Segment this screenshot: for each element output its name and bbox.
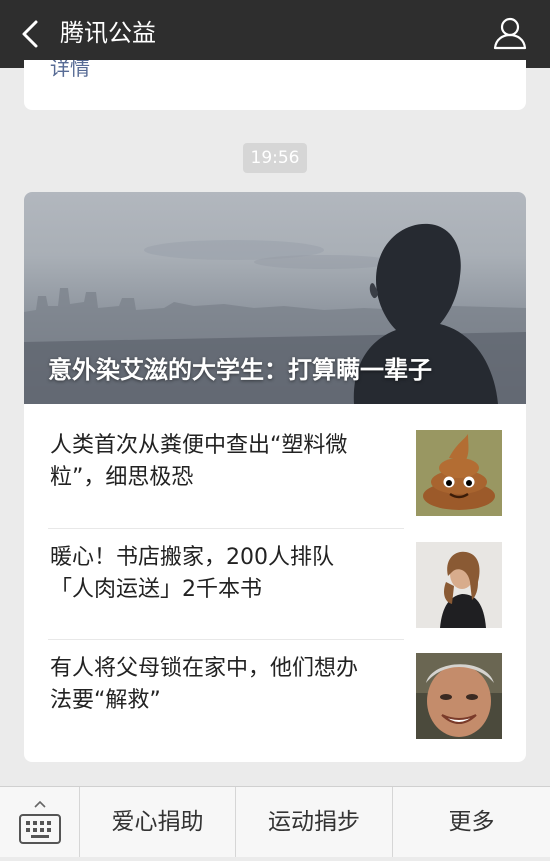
article-list-item[interactable]: 人类首次从粪便中查出“塑料微粒”，细思极恐 xyxy=(48,416,526,528)
previous-message-card: 详情 xyxy=(24,60,526,110)
menu-step-donation-button[interactable]: 运动捐步 xyxy=(236,787,393,857)
keyboard-icon xyxy=(19,800,61,844)
top-bar: 腾讯公益 xyxy=(0,0,550,68)
page-title: 腾讯公益 xyxy=(60,19,156,47)
back-button[interactable] xyxy=(14,14,50,54)
chevron-left-icon xyxy=(22,20,38,48)
hero-title: 意外染艾滋的大学生：打算瞒一辈子 xyxy=(48,356,432,384)
article-title: 有人将父母锁在家中，他们想办法要“解救” xyxy=(50,656,359,713)
poop-emoji-icon xyxy=(416,430,502,516)
article-title: 人类首次从粪便中查出“塑料微粒”，细思极恐 xyxy=(50,433,348,490)
portrait-photo xyxy=(416,542,502,628)
bottom-menu-bar: 爱心捐助 运动捐步 更多 xyxy=(0,786,550,857)
article-title: 暖心！书店搬家，200人排队「人肉运送」2千本书 xyxy=(50,545,334,602)
timestamp-badge: 19:56 xyxy=(243,143,307,173)
person-icon xyxy=(493,17,527,50)
menu-donation-button[interactable]: 爱心捐助 xyxy=(80,787,236,857)
article-card: 意外染艾滋的大学生：打算瞒一辈子 人类首次从粪便中查出“塑料微粒”，细思极恐 暖… xyxy=(24,192,526,762)
article-list-item[interactable]: 暖心！书店搬家，200人排队「人肉运送」2千本书 xyxy=(48,528,526,640)
detail-link[interactable]: 详情 xyxy=(50,60,90,81)
article-list-item[interactable]: 有人将父母锁在家中，他们想办法要“解救” xyxy=(48,639,526,751)
elderly-woman-photo xyxy=(416,653,502,739)
hero-article[interactable]: 意外染艾滋的大学生：打算瞒一辈子 xyxy=(24,192,526,404)
keyboard-toggle-button[interactable] xyxy=(0,787,80,857)
profile-button[interactable] xyxy=(490,13,530,53)
menu-more-button[interactable]: 更多 xyxy=(393,787,550,857)
